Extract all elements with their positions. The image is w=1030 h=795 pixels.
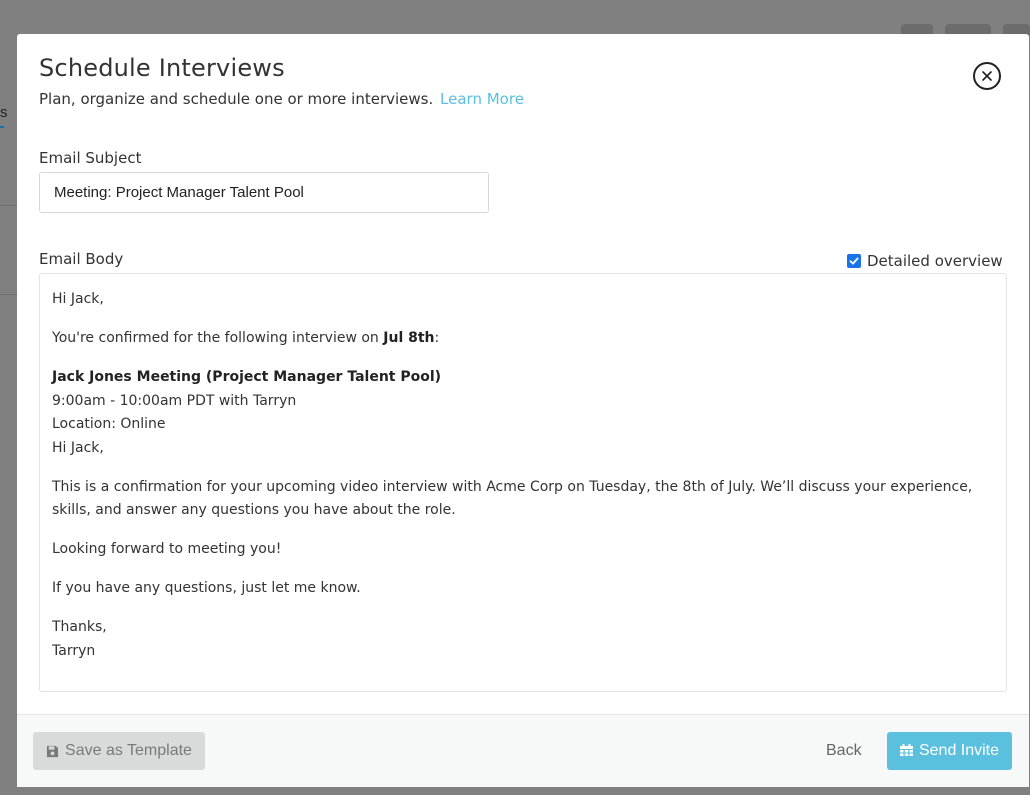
meeting-location: Location: Online	[52, 416, 166, 432]
email-paragraph-1: This is a confirmation for your upcoming…	[52, 478, 973, 519]
modal-footer: Save as Template Back Send Invite	[17, 714, 1029, 787]
modal-subtitle: Plan, organize and schedule one or more …	[39, 90, 1007, 108]
meeting-title-text: Jack Jones Meeting (Project Manager Tale…	[52, 369, 442, 385]
email-greeting: Hi Jack,	[52, 291, 104, 307]
background-tab-underline	[0, 126, 4, 128]
learn-more-link[interactable]: Learn More	[440, 90, 524, 108]
meeting-time: 9:00am - 10:00am PDT with Tarryn	[52, 392, 297, 409]
calendar-icon	[899, 744, 913, 756]
confirmation-date: Jul 8th	[383, 330, 435, 346]
send-invite-button[interactable]: Send Invite	[887, 732, 1012, 770]
close-button[interactable]	[973, 62, 1001, 90]
email-confirmation-line: You're confirmed for the following inter…	[52, 327, 994, 351]
email-greeting-2: Hi Jack,	[52, 439, 104, 456]
meeting-title: Jack Jones Meeting (Project Manager Tale…	[52, 366, 994, 390]
close-circle-icon	[982, 71, 992, 81]
modal-subtitle-text: Plan, organize and schedule one or more …	[39, 90, 434, 108]
email-signoff: Thanks,	[52, 619, 107, 635]
email-signature: Tarryn	[52, 642, 96, 659]
background-divider	[0, 205, 17, 206]
floppy-disk-icon	[46, 745, 59, 757]
email-body-editor[interactable]: Hi Jack, You're confirmed for the follow…	[39, 273, 1007, 692]
schedule-interviews-modal: Schedule Interviews Plan, organize and s…	[17, 34, 1029, 787]
modal-title: Schedule Interviews	[39, 54, 285, 82]
save-as-template-button[interactable]: Save as Template	[33, 732, 205, 770]
email-subject-input[interactable]	[39, 172, 489, 213]
send-invite-label: Send Invite	[918, 742, 1000, 759]
confirmation-prefix: You're confirmed for the following inter…	[52, 330, 384, 346]
checkmark-icon	[849, 257, 859, 265]
detailed-overview-label: Detailed overview	[867, 252, 1003, 270]
save-as-template-label: Save as Template	[65, 742, 192, 759]
email-body-label: Email Body	[39, 250, 124, 268]
background-tab-fragment: s	[0, 104, 8, 121]
meeting-details: Jack Jones Meeting (Project Manager Tale…	[52, 366, 994, 460]
email-paragraph-3: If you have any questions, just let me k…	[52, 580, 361, 596]
back-button[interactable]: Back	[826, 742, 862, 760]
detailed-overview-checkbox[interactable]	[847, 254, 861, 268]
confirmation-suffix: :	[434, 330, 440, 346]
modal-header: Schedule Interviews Plan, organize and s…	[39, 54, 1007, 108]
email-paragraph-2: Looking forward to meeting you!	[52, 541, 282, 557]
detailed-overview-toggle[interactable]: Detailed overview	[847, 252, 1003, 270]
background-divider	[0, 294, 17, 295]
email-subject-label: Email Subject	[39, 149, 142, 167]
